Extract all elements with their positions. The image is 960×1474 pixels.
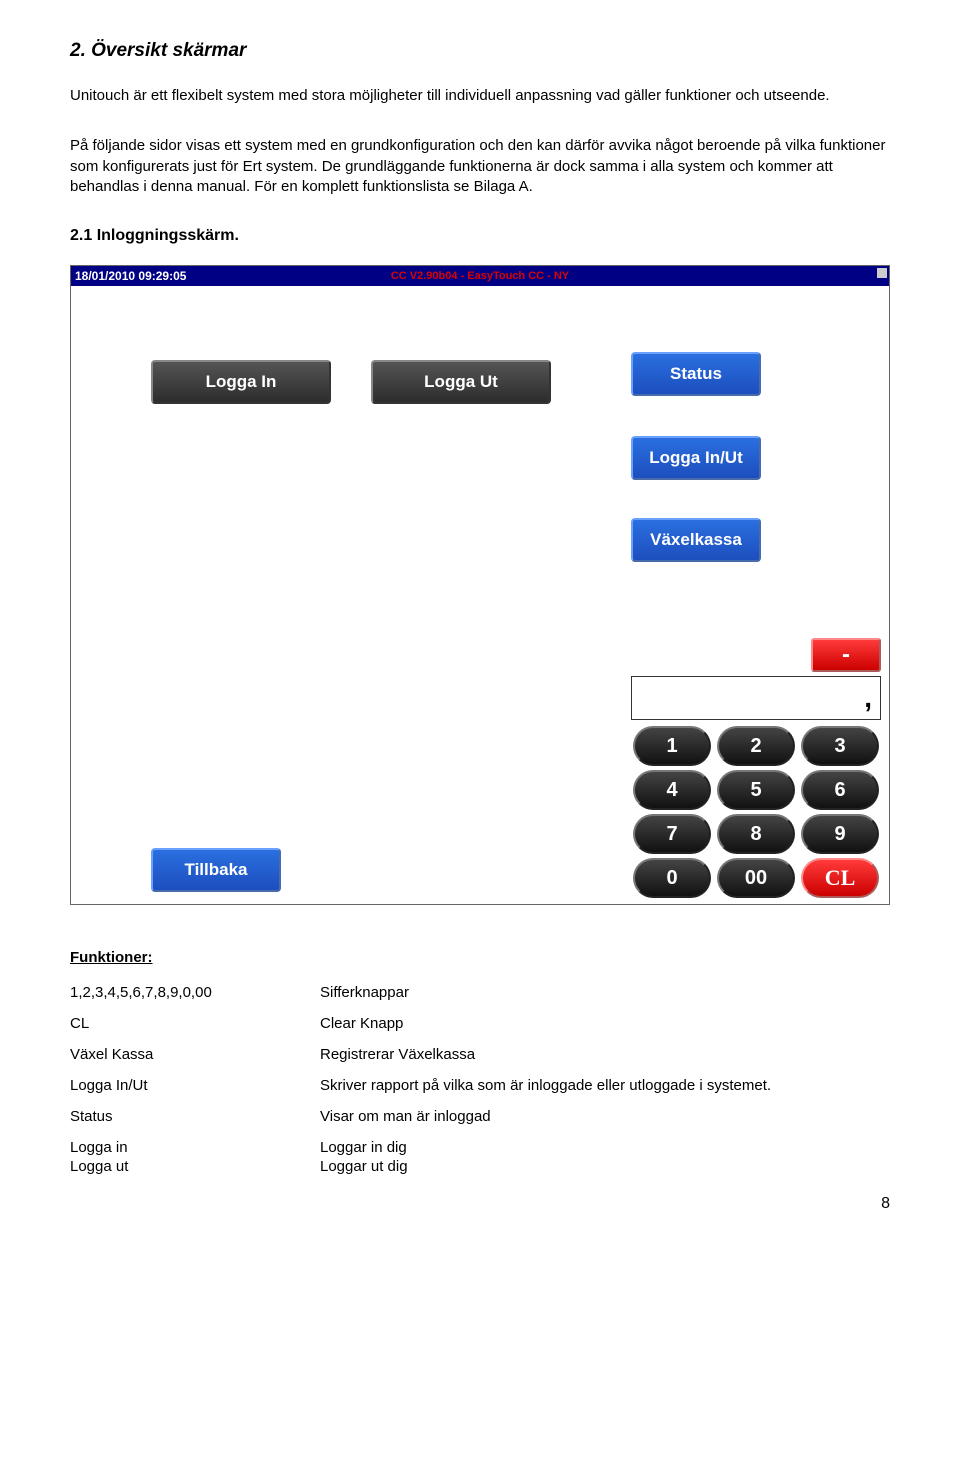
keypad: 1 2 3 4 5 6 7 8 9 0 00 CL [633,726,879,898]
function-name: Status [70,1108,320,1125]
function-row: CL Clear Knapp [70,1015,890,1032]
key-7[interactable]: 7 [633,814,711,854]
function-desc: Registrerar Växelkassa [320,1046,890,1063]
key-9[interactable]: 9 [801,814,879,854]
function-name: Logga ut [70,1158,320,1175]
logout-button[interactable]: Logga Ut [371,360,551,404]
titlebar-app-version: CC V2.90b04 - EasyTouch CC - NY [391,266,569,286]
function-name: 1,2,3,4,5,6,7,8,9,0,00 [70,984,320,1001]
vaxelkassa-button[interactable]: Växelkassa [631,518,761,562]
function-name: Logga In/Ut [70,1077,320,1094]
key-00[interactable]: 00 [717,858,795,898]
function-row: Logga In/Ut Skriver rapport på vilka som… [70,1077,890,1094]
intro-paragraph-1: Unitouch är ett flexibelt system med sto… [70,86,890,106]
minus-button[interactable]: - [811,638,881,672]
function-desc: Loggar ut dig [320,1158,890,1175]
function-name: Logga in [70,1139,320,1156]
function-row: Status Visar om man är inloggad [70,1108,890,1125]
login-screenshot: 18/01/2010 09:29:05 CC V2.90b04 - EasyTo… [70,265,890,905]
login-logout-button[interactable]: Logga In/Ut [631,436,761,480]
function-desc: Clear Knapp [320,1015,890,1032]
intro-paragraph-2: På följande sidor visas ett system med e… [70,136,890,197]
titlebar-corner-icon [877,268,887,278]
function-row: Logga ut Loggar ut dig [70,1158,890,1175]
function-desc: Visar om man är inloggad [320,1108,890,1125]
function-desc: Skriver rapport på vilka som är inloggad… [320,1077,890,1094]
titlebar-timestamp: 18/01/2010 09:29:05 [75,269,186,283]
key-4[interactable]: 4 [633,770,711,810]
key-2[interactable]: 2 [717,726,795,766]
status-button[interactable]: Status [631,352,761,396]
function-row: 1,2,3,4,5,6,7,8,9,0,00 Sifferknappar [70,984,890,1001]
login-button[interactable]: Logga In [151,360,331,404]
function-desc: Loggar in dig [320,1139,890,1156]
function-row: Logga in Loggar in dig [70,1139,890,1156]
function-desc: Sifferknappar [320,984,890,1001]
key-8[interactable]: 8 [717,814,795,854]
key-1[interactable]: 1 [633,726,711,766]
subsection-title: 2.1 Inloggningsskärm. [70,227,890,245]
function-name: Växel Kassa [70,1046,320,1063]
key-0[interactable]: 0 [633,858,711,898]
function-name: CL [70,1015,320,1032]
page-number: 8 [70,1195,890,1213]
key-clear[interactable]: CL [801,858,879,898]
functions-heading: Funktioner: [70,949,890,966]
key-5[interactable]: 5 [717,770,795,810]
section-title: 2. Översikt skärmar [70,40,890,62]
numeric-display: , [631,676,881,720]
titlebar: 18/01/2010 09:29:05 CC V2.90b04 - EasyTo… [71,266,889,286]
function-row: Växel Kassa Registrerar Växelkassa [70,1046,890,1063]
key-3[interactable]: 3 [801,726,879,766]
back-button[interactable]: Tillbaka [151,848,281,892]
key-6[interactable]: 6 [801,770,879,810]
